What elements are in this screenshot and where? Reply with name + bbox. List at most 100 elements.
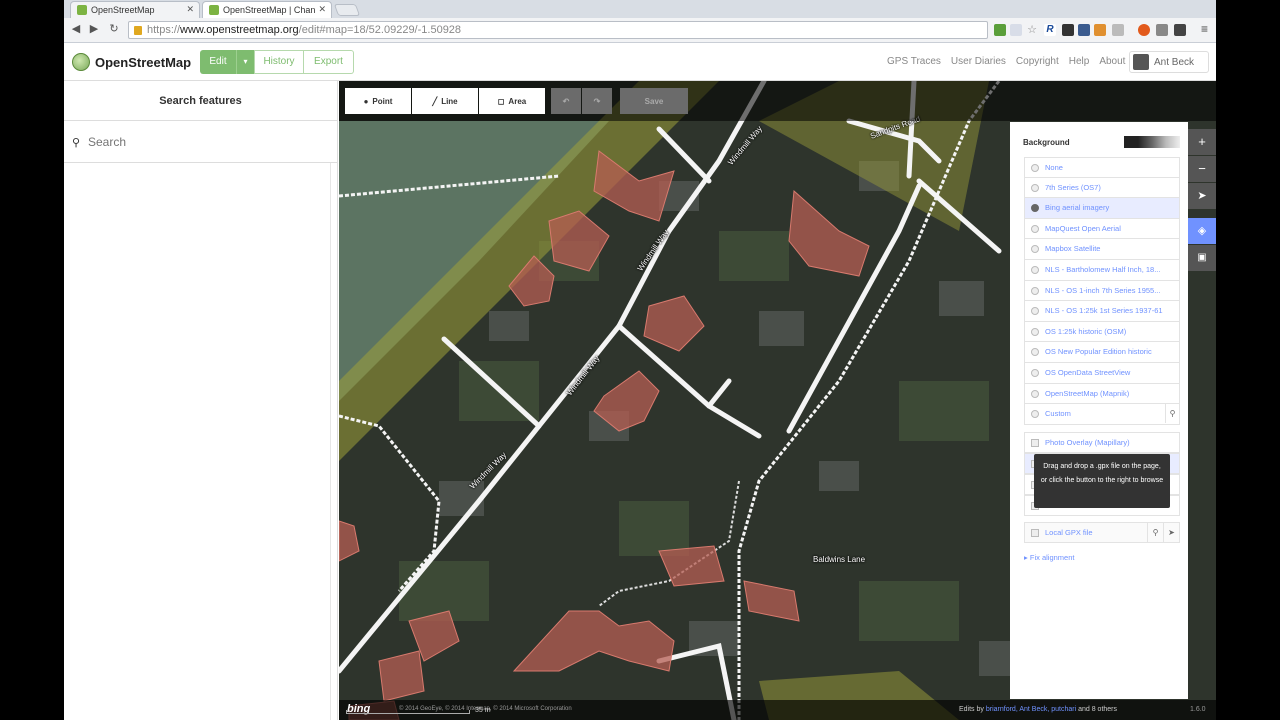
- layer-none[interactable]: None: [1024, 157, 1180, 178]
- extension-icon[interactable]: [1112, 24, 1124, 36]
- url-bar[interactable]: https://www.openstreetmap.org/edit#map=1…: [128, 21, 988, 39]
- radio-button[interactable]: [1031, 410, 1039, 419]
- star-icon[interactable]: ☆: [1026, 24, 1038, 36]
- radio-button[interactable]: [1031, 389, 1039, 398]
- radio-button[interactable]: [1031, 348, 1039, 357]
- background-layer-list: None 7th Series (OS7) Bing aerial imager…: [1024, 157, 1180, 425]
- extension-icon[interactable]: [1062, 24, 1074, 36]
- extension-icon[interactable]: [1174, 24, 1186, 36]
- save-button[interactable]: Save: [620, 88, 688, 114]
- radio-button[interactable]: [1031, 224, 1039, 233]
- layer-7th-series[interactable]: 7th Series (OS7): [1024, 177, 1180, 199]
- local-gpx-row[interactable]: Local GPX file ⚲ ➤: [1024, 522, 1180, 543]
- radio-button[interactable]: [1031, 265, 1039, 274]
- search-input[interactable]: [88, 131, 328, 153]
- gpx-tooltip: Drag and drop a .gpx file on the page, o…: [1034, 454, 1170, 508]
- search-icon[interactable]: ⚲: [1147, 523, 1163, 542]
- add-line-button[interactable]: ╱ Line: [412, 88, 478, 114]
- sidebar-scrollbar[interactable]: [330, 163, 338, 720]
- fix-alignment-toggle[interactable]: ▸ Fix alignment: [1024, 553, 1074, 562]
- tab-openstreetmap[interactable]: OpenStreetMap ✕: [70, 1, 200, 18]
- search-icon: ⚲: [72, 137, 81, 149]
- background-title: Background: [1023, 138, 1070, 147]
- history-button[interactable]: History: [254, 50, 304, 74]
- overlay-mapillary[interactable]: Photo Overlay (Mapillary): [1024, 432, 1180, 453]
- search-icon[interactable]: ⚲: [1165, 404, 1179, 424]
- close-icon[interactable]: ✕: [318, 4, 326, 15]
- radio-button[interactable]: [1031, 164, 1039, 172]
- menu-icon[interactable]: ≡: [1201, 22, 1208, 36]
- copyright-link[interactable]: Copyright: [1016, 56, 1059, 67]
- locate-icon[interactable]: ➤: [1163, 523, 1179, 542]
- extension-icon[interactable]: [1094, 24, 1106, 36]
- layer-custom[interactable]: Custom ⚲: [1024, 404, 1180, 425]
- layer-osm-mapnik[interactable]: OpenStreetMap (Mapnik): [1024, 383, 1180, 405]
- radio-button[interactable]: [1031, 245, 1039, 254]
- radio-button[interactable]: [1031, 327, 1039, 336]
- radio-button[interactable]: [1031, 204, 1039, 213]
- layer-nls-bartholomew[interactable]: NLS - Bartholomew Half Inch, 18...: [1024, 259, 1180, 281]
- radio-button[interactable]: [1031, 307, 1039, 316]
- help-link[interactable]: Help: [1069, 56, 1090, 67]
- export-button[interactable]: Export: [304, 50, 354, 74]
- about-link[interactable]: About: [1099, 56, 1125, 67]
- add-point-button[interactable]: ● Point: [345, 88, 411, 114]
- line-icon: ╱: [432, 96, 438, 106]
- r-extension-icon[interactable]: R: [1044, 24, 1056, 36]
- edits-attribution: Edits by briarnford, Ant Beck, putchari …: [959, 706, 1118, 713]
- background-pane: Background None 7th Series (OS7) Bing ae…: [1010, 122, 1188, 699]
- locate-icon: ➤: [1197, 190, 1207, 202]
- close-icon[interactable]: ✕: [186, 4, 194, 15]
- browser-toolbar: ◀ ▶ ↻ https://www.openstreetmap.org/edit…: [64, 18, 1216, 43]
- reload-icon[interactable]: ↻: [106, 22, 122, 35]
- back-icon[interactable]: ◀: [68, 22, 84, 35]
- geolocate-button[interactable]: ➤: [1188, 183, 1216, 209]
- checkbox[interactable]: [1031, 439, 1039, 447]
- extension-icon[interactable]: [1156, 24, 1168, 36]
- layer-bing[interactable]: Bing aerial imagery: [1024, 198, 1180, 219]
- osm-header: OpenStreetMap Edit ▾ History Export GPS …: [64, 43, 1216, 81]
- map-canvas[interactable]: Windmill Way Windmill Way Windmill Way W…: [339, 81, 1216, 720]
- layer-os-new-popular[interactable]: OS New Popular Edition historic: [1024, 342, 1180, 363]
- radio-button[interactable]: [1031, 183, 1039, 192]
- editors-link[interactable]: briarnford, Ant Beck, putchari: [986, 706, 1076, 713]
- lock-icon: [134, 26, 142, 35]
- user-diaries-link[interactable]: User Diaries: [951, 56, 1006, 67]
- forward-icon[interactable]: ▶: [86, 22, 102, 35]
- brand-name[interactable]: OpenStreetMap: [95, 55, 191, 70]
- layer-os-25k-historic[interactable]: OS 1:25k historic (OSM): [1024, 321, 1180, 343]
- gps-traces-link[interactable]: GPS Traces: [887, 56, 941, 67]
- layer-nls-os-25k[interactable]: NLS - OS 1:25k 1st Series 1937-61: [1024, 301, 1180, 322]
- layer-os-streetview[interactable]: OS OpenData StreetView: [1024, 362, 1180, 384]
- layer-mapquest[interactable]: MapQuest Open Aerial: [1024, 218, 1180, 240]
- map-toolbar: ● Point ╱ Line ◻ Area ↶ ↷ Save: [339, 81, 1216, 121]
- sidebar: Search features ⚲: [64, 81, 338, 720]
- user-menu[interactable]: Ant Beck: [1129, 51, 1209, 73]
- background-button[interactable]: ◈: [1188, 218, 1216, 244]
- area-icon: ◻: [497, 96, 505, 106]
- redo-button[interactable]: ↷: [582, 88, 612, 114]
- user-name: Ant Beck: [1154, 57, 1195, 68]
- radio-button[interactable]: [1031, 368, 1039, 377]
- page-icon[interactable]: [1010, 24, 1022, 36]
- extension-icon[interactable]: [1078, 24, 1090, 36]
- map-data-button[interactable]: ▣: [1188, 245, 1216, 271]
- opacity-slider[interactable]: [1124, 136, 1180, 148]
- layer-mapbox[interactable]: Mapbox Satellite: [1024, 239, 1180, 260]
- checkbox[interactable]: [1031, 529, 1039, 537]
- add-area-button[interactable]: ◻ Area: [479, 88, 545, 114]
- osm-logo-icon[interactable]: [72, 53, 90, 71]
- layer-nls-os-1inch[interactable]: NLS - OS 1-inch 7th Series 1955...: [1024, 280, 1180, 302]
- extension-icon[interactable]: [994, 24, 1006, 36]
- undo-button[interactable]: ↶: [551, 88, 581, 114]
- map-footer: bing © 2014 GeoEye, © 2014 Intermap, © 2…: [339, 700, 1216, 720]
- new-tab-button[interactable]: [333, 4, 361, 16]
- zoom-in-button[interactable]: +: [1188, 129, 1216, 155]
- zoom-out-button[interactable]: −: [1188, 156, 1216, 182]
- avatar: [1133, 54, 1149, 70]
- radio-button[interactable]: [1031, 286, 1039, 295]
- extension-icon[interactable]: [1138, 24, 1150, 36]
- edit-button[interactable]: Edit: [200, 50, 236, 74]
- tab-changeset[interactable]: OpenStreetMap | Chan ✕: [202, 1, 332, 18]
- edit-dropdown-button[interactable]: ▾: [236, 50, 254, 74]
